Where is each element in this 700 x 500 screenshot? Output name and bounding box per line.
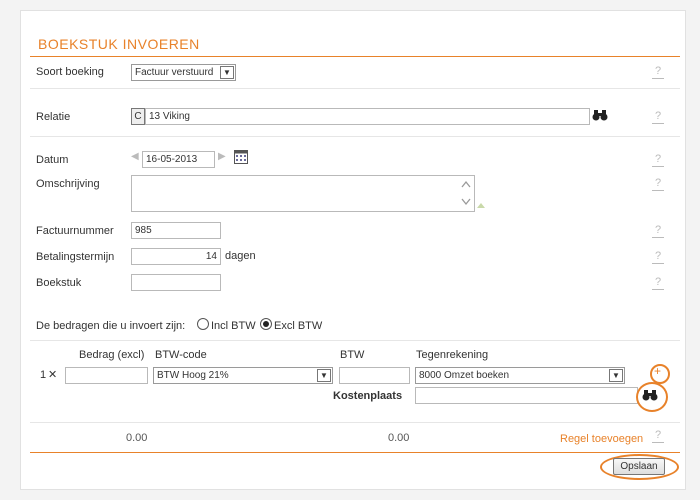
- date-prev-icon[interactable]: ◀: [131, 151, 139, 162]
- divider: [30, 88, 680, 89]
- omschrijving-textarea[interactable]: [131, 175, 475, 212]
- soort-boeking-select[interactable]: Factuur verstuurd ▼: [131, 64, 236, 81]
- relatie-input[interactable]: 13 Viking: [145, 108, 590, 125]
- row-number: 1: [40, 369, 47, 381]
- btw-code-value: BTW Hoog 21%: [157, 370, 229, 381]
- btw-input[interactable]: [339, 367, 410, 384]
- help-icon[interactable]: ?: [652, 178, 664, 191]
- divider: [30, 136, 680, 137]
- help-icon[interactable]: ?: [652, 277, 664, 290]
- betalingstermijn-input[interactable]: 14: [131, 248, 221, 265]
- remove-row-icon[interactable]: ✕: [48, 368, 57, 381]
- boekstuk-input[interactable]: [131, 274, 221, 291]
- chevron-down-icon: ▼: [609, 369, 623, 382]
- factuurnummer-input[interactable]: 985: [131, 222, 221, 239]
- radio-excl-btw-label: Excl BTW: [274, 320, 323, 332]
- divider: [30, 340, 680, 341]
- total-btw: 0.00: [388, 432, 410, 444]
- tegenrekening-select[interactable]: 8000 Omzet boeken ▼: [415, 367, 625, 384]
- boekstuk-label: Boekstuk: [36, 277, 82, 289]
- kostenplaats-input[interactable]: [415, 387, 638, 404]
- binoculars-icon[interactable]: [592, 109, 608, 122]
- help-icon[interactable]: ?: [652, 430, 664, 443]
- soort-boeking-label: Soort boeking: [36, 66, 104, 78]
- footer-divider: [30, 452, 680, 453]
- betalingstermijn-label: Betalingstermijn: [36, 251, 115, 263]
- betalingstermijn-unit: dagen: [225, 250, 256, 262]
- divider: [30, 422, 680, 423]
- help-icon[interactable]: ?: [652, 251, 664, 264]
- header-btw: BTW: [340, 349, 365, 361]
- factuurnummer-label: Factuurnummer: [36, 225, 114, 237]
- relatie-type-badge: C: [131, 108, 145, 125]
- resize-icon[interactable]: [476, 202, 486, 209]
- calendar-icon[interactable]: [234, 150, 248, 164]
- help-icon[interactable]: ?: [652, 111, 664, 124]
- kostenplaats-label: Kostenplaats: [333, 390, 403, 402]
- header-tegenrekening: Tegenrekening: [416, 349, 489, 361]
- add-icon[interactable]: +: [654, 364, 661, 378]
- tegenrekening-value: 8000 Omzet boeken: [419, 370, 510, 381]
- datum-label: Datum: [36, 154, 69, 166]
- help-icon[interactable]: ?: [652, 225, 664, 238]
- bedrag-input[interactable]: [65, 367, 148, 384]
- regel-toevoegen-link[interactable]: Regel toevoegen: [560, 433, 643, 445]
- help-icon[interactable]: ?: [652, 66, 664, 79]
- radio-excl-btw[interactable]: [260, 318, 272, 330]
- help-icon[interactable]: ?: [652, 154, 664, 167]
- relatie-label: Relatie: [36, 111, 71, 123]
- date-next-icon[interactable]: ▶: [218, 151, 226, 162]
- binoculars-icon[interactable]: [642, 389, 658, 402]
- opslaan-button[interactable]: Opslaan: [613, 458, 665, 475]
- scroll-arrows-icon[interactable]: [460, 179, 472, 207]
- header-btw-code: BTW-code: [155, 349, 207, 361]
- btw-code-select[interactable]: BTW Hoog 21% ▼: [153, 367, 333, 384]
- header-bedrag: Bedrag (excl): [79, 349, 145, 361]
- soort-boeking-value: Factuur verstuurd: [135, 67, 214, 78]
- datum-input[interactable]: 16-05-2013: [142, 151, 215, 168]
- total-bedrag: 0.00: [126, 432, 148, 444]
- bedragen-prompt: De bedragen die u invoert zijn:: [36, 320, 186, 332]
- chevron-down-icon: ▼: [220, 66, 234, 79]
- omschrijving-label: Omschrijving: [36, 178, 100, 190]
- page-title: BOEKSTUK INVOEREN: [38, 36, 200, 52]
- radio-incl-btw[interactable]: [197, 318, 209, 330]
- chevron-down-icon: ▼: [317, 369, 331, 382]
- radio-incl-btw-label: Incl BTW: [211, 320, 256, 332]
- title-divider: [30, 56, 680, 57]
- form-panel: [20, 10, 686, 490]
